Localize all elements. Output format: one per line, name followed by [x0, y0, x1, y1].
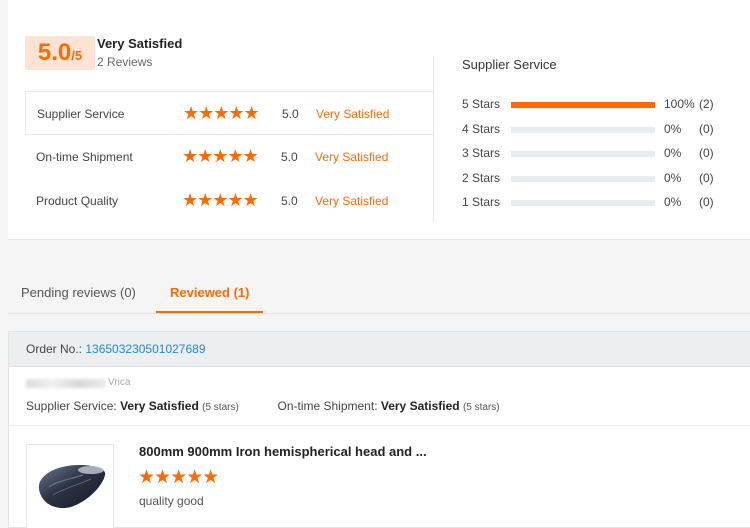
metric-row-product-quality: Product Quality ★★★★★ 5.0 Very Satisfied [25, 179, 434, 223]
ontime-shipment-value: Very Satisfied [380, 399, 460, 413]
divider [9, 425, 750, 426]
distribution-title: Supplier Service [462, 57, 557, 72]
distribution-count: (0) [699, 146, 714, 160]
order-review-card: Order No.: 136503230501027689 Vrica Supp… [8, 331, 750, 528]
metric-list: Supplier Service ★★★★★ 5.0 Very Satisfie… [25, 91, 434, 222]
metric-row-ontime-shipment: On-time Shipment ★★★★★ 5.0 Very Satisfie… [25, 135, 434, 179]
reviews-count: 2 Reviews [97, 55, 153, 69]
overall-score-max: /5 [71, 48, 83, 63]
distribution-count: (0) [699, 171, 714, 185]
metric-score: 5.0 [281, 194, 298, 208]
redacted-buyer-name [26, 379, 106, 388]
distribution-label: 3 Stars [462, 146, 501, 160]
metric-score: 5.0 [282, 107, 299, 121]
distribution-count: (0) [699, 122, 714, 136]
supplier-service-stars: (5 stars) [202, 402, 239, 413]
tab-reviewed[interactable]: Reviewed (1) [156, 285, 264, 313]
ontime-shipment-label: On-time Shipment: [277, 399, 378, 413]
distribution-row: 4 Stars 0% (0) [462, 122, 732, 136]
buyer-country: Vrica [108, 377, 131, 388]
star-rating-icon: ★★★★★ [182, 146, 259, 166]
order-number-link[interactable]: 136503230501027689 [85, 342, 205, 356]
metric-satisfaction: Very Satisfied [315, 194, 389, 208]
buyer-info: Vrica [26, 377, 156, 389]
metric-label: Product Quality [36, 194, 119, 208]
order-ratings: Supplier Service: Very Satisfied (5 star… [26, 399, 500, 413]
divider [433, 56, 434, 91]
distribution-label: 4 Stars [462, 122, 501, 136]
distribution-percent: 0% [664, 122, 682, 136]
metric-label: Supplier Service [37, 107, 125, 121]
review-tabs: Pending reviews (0) Reviewed (1) [8, 276, 750, 314]
distribution-label: 2 Stars [462, 171, 501, 185]
distribution-bar [511, 176, 655, 182]
distribution-bar [511, 127, 655, 133]
overall-score: 5.0 [37, 39, 72, 66]
distribution-row: 3 Stars 0% (0) [462, 146, 732, 160]
star-rating-icon: ★★★★★ [182, 190, 259, 210]
hemispherical-head-image [38, 465, 106, 509]
distribution-percent: 0% [664, 146, 682, 160]
distribution-row: 5 Stars 100% (2) [462, 97, 732, 111]
supplier-service-label: Supplier Service: [26, 399, 117, 413]
product-star-rating-icon: ★★★★★ [138, 467, 219, 488]
metric-score: 5.0 [281, 150, 298, 164]
product-image[interactable] [26, 444, 114, 528]
distribution-label: 1 Stars [462, 195, 501, 209]
overall-score-badge: 5.0/5 [25, 36, 95, 70]
distribution-row: 2 Stars 0% (0) [462, 171, 732, 185]
star-rating-icon: ★★★★★ [183, 103, 260, 123]
metric-satisfaction: Very Satisfied [315, 150, 389, 164]
tab-pending-reviews[interactable]: Pending reviews (0) [21, 285, 136, 313]
metric-row-supplier-service: Supplier Service ★★★★★ 5.0 Very Satisfie… [25, 91, 434, 135]
metric-label: On-time Shipment [36, 150, 133, 164]
distribution-label: 5 Stars [462, 97, 501, 111]
product-title-link[interactable]: 800mm 900mm Iron hemispherical head and … [139, 444, 427, 459]
distribution-bar-fill [511, 102, 655, 108]
distribution-bar [511, 200, 655, 206]
distribution-percent: 100% [664, 97, 695, 111]
distribution-percent: 0% [664, 195, 682, 209]
distribution-percent: 0% [664, 171, 682, 185]
order-number-label: Order No.: [26, 342, 83, 356]
distribution-bar [511, 151, 655, 157]
overall-satisfaction-label: Very Satisfied [97, 36, 183, 51]
supplier-service-value: Very Satisfied [120, 399, 199, 413]
review-comment: quality good [139, 494, 204, 508]
metric-satisfaction: Very Satisfied [316, 107, 390, 121]
order-header: Order No.: 136503230501027689 [9, 332, 750, 367]
distribution-count: (0) [699, 195, 714, 209]
distribution-count: (2) [699, 97, 714, 111]
distribution-bar [511, 102, 655, 108]
rating-summary-card: 5.0/5 Very Satisfied 2 Reviews Supplier … [8, 0, 750, 240]
distribution-row: 1 Stars 0% (0) [462, 195, 732, 209]
ontime-shipment-stars: (5 stars) [462, 402, 500, 413]
